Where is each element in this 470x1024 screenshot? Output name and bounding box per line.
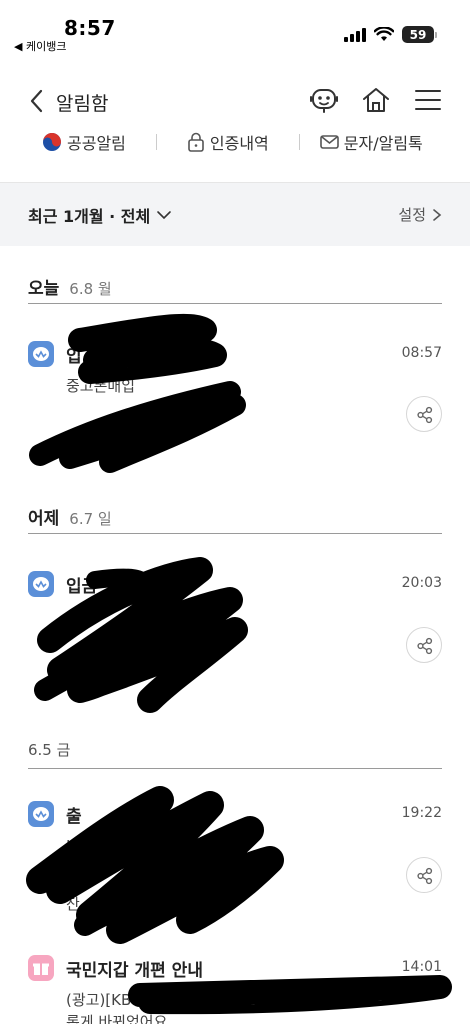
gift-icon	[28, 955, 54, 981]
list-item[interactable]: 국민지갑 개편 안내 14:01 (광고)[KB 롭게 바뀌었어요	[28, 955, 442, 1024]
message-time: 20:03	[401, 575, 442, 591]
tab-label: 문자/알림톡	[343, 134, 423, 153]
period-filter-dropdown[interactable]: 최근 1개월 · 전체	[28, 203, 172, 227]
hamburger-icon	[415, 90, 441, 110]
tab-auth-history[interactable]: 인증내역	[187, 130, 269, 154]
chevron-right-icon	[433, 208, 442, 221]
message-time: 19:22	[401, 805, 442, 821]
share-button[interactable]	[406, 857, 442, 893]
day-date: 6.7 일	[69, 510, 112, 528]
message-text: 금 1	[66, 665, 95, 683]
settings-link[interactable]: 설정	[398, 204, 442, 225]
list-item[interactable]: 입 08:57 중고폰매입	[28, 341, 442, 471]
tab-sms-talk[interactable]: 문자/알림톡	[319, 130, 423, 154]
message-title: 입금	[66, 577, 98, 597]
back-button[interactable]	[26, 86, 50, 116]
message-time: 14:01	[401, 959, 442, 975]
day-label: 오늘	[28, 279, 60, 299]
day-label: 어제	[28, 509, 60, 529]
message-title: 출 26	[66, 802, 139, 827]
message-text: (광고)[KB	[66, 991, 132, 1009]
share-icon	[417, 637, 433, 655]
status-bar: 8:57 ◀ 케이뱅크 59	[0, 0, 470, 58]
tab-public-alerts[interactable]: 공공알림	[42, 130, 126, 154]
message-time: 08:57	[401, 345, 442, 361]
chevron-left-icon	[30, 89, 43, 113]
list-item[interactable]: 입금 20:03 금 1	[28, 571, 442, 701]
status-time: 8:57	[64, 16, 116, 40]
message-title: 입	[66, 347, 82, 367]
share-icon	[417, 406, 433, 424]
list-item[interactable]: 출 26 19:22 JOYT 73 잔 47원	[28, 801, 442, 931]
assistant-button[interactable]	[308, 84, 340, 116]
chatbot-icon	[310, 89, 338, 113]
section-header-today: 오늘 6.8 월	[28, 268, 442, 304]
day-date: 6.5 금	[28, 741, 71, 759]
page-title: 알림함	[56, 93, 109, 115]
message-text: 롭게 바뀌었어요	[66, 1013, 168, 1024]
day-date: 6.8 월	[69, 280, 112, 298]
mail-icon	[319, 135, 339, 149]
signal-icon	[344, 27, 366, 42]
bank-app-icon	[28, 571, 54, 597]
bank-app-icon	[28, 341, 54, 367]
settings-label: 설정	[398, 206, 426, 224]
menu-button[interactable]	[412, 84, 444, 116]
bank-app-icon	[28, 801, 54, 827]
chevron-down-icon	[157, 211, 172, 220]
title-text: 출	[66, 807, 82, 827]
home-icon	[363, 88, 389, 112]
message-title: 국민지갑 개편 안내	[66, 961, 203, 981]
back-to-app-link[interactable]: ◀ 케이뱅크	[14, 38, 66, 54]
share-button[interactable]	[406, 627, 442, 663]
section-header-yesterday: 어제 6.7 일	[28, 498, 442, 534]
tab-label: 인증내역	[209, 134, 269, 153]
top-navigation: 알림함	[0, 80, 470, 124]
message-text: 73	[66, 863, 86, 881]
wifi-icon	[374, 27, 394, 41]
share-icon	[417, 867, 433, 885]
message-text: JOYT	[66, 837, 100, 855]
filter-label: 최근 1개월 · 전체	[28, 207, 151, 226]
battery-icon: 59	[402, 26, 437, 43]
message-text: 47원	[158, 895, 191, 913]
filter-bar: 최근 1개월 · 전체 설정	[0, 182, 470, 246]
divider	[155, 134, 157, 150]
message-text: 중고폰매입	[66, 377, 136, 395]
taegeuk-icon	[43, 133, 61, 151]
lock-icon	[188, 132, 204, 152]
divider	[298, 134, 300, 150]
category-tabs: 공공알림 인증내역 문자/알림톡	[0, 126, 470, 158]
message-text: 잔	[66, 895, 80, 913]
status-indicators: 59	[344, 26, 437, 43]
amount-text: 26	[115, 807, 140, 827]
share-button[interactable]	[406, 396, 442, 432]
home-button[interactable]	[360, 84, 392, 116]
tab-label: 공공알림	[67, 134, 126, 153]
section-header-date: 6.5 금	[28, 733, 442, 769]
